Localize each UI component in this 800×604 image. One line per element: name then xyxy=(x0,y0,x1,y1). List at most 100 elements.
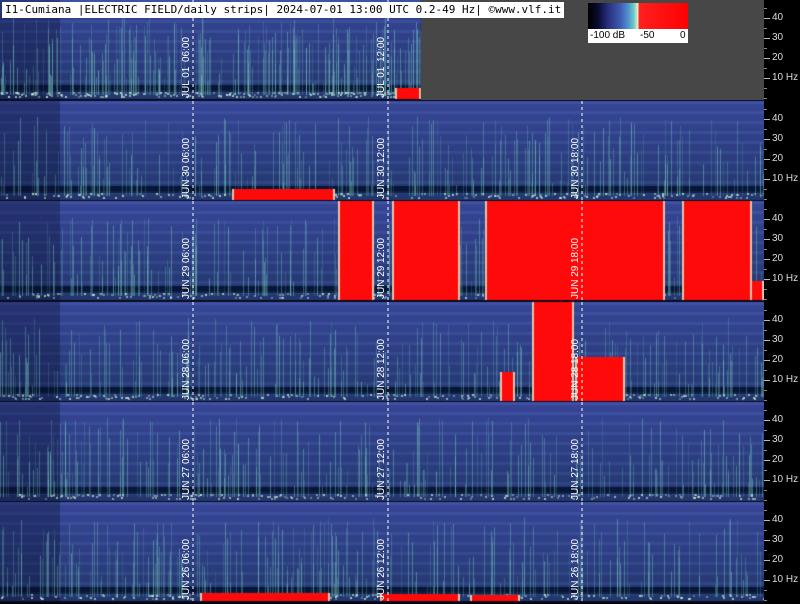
time-label: 06:00 xyxy=(181,36,192,62)
time-label: 18:00 xyxy=(570,237,581,263)
time-label: 12:00 xyxy=(376,338,387,364)
scale-minor-tick xyxy=(764,8,767,9)
scale-tick-label: 20 xyxy=(772,253,784,264)
colorbar-label-max: 0 xyxy=(680,30,686,41)
time-label: 18:00 xyxy=(570,137,581,163)
frequency-scale: 40 30 20 10 Hz xyxy=(764,201,800,302)
scale-tick xyxy=(764,159,770,160)
scale-minor-tick xyxy=(764,530,767,531)
scale-tick-label: 10 Hz xyxy=(772,574,799,585)
scale-tick-label: 40 xyxy=(772,113,784,124)
time-label: 06:00 xyxy=(181,137,192,163)
date-label: JUN 28 xyxy=(570,366,581,400)
scale-tick-label: 40 xyxy=(772,213,784,224)
date-label: JUN 30 xyxy=(570,165,581,199)
time-label: 12:00 xyxy=(376,538,387,564)
scale-tick xyxy=(764,139,770,140)
scale-tick xyxy=(764,279,770,280)
scale-minor-tick xyxy=(764,28,767,29)
scale-tick xyxy=(764,480,770,481)
scale-tick-label: 20 xyxy=(772,52,784,63)
frequency-scale: 40 30 20 10 Hz xyxy=(764,402,800,503)
scale-tick xyxy=(764,239,770,240)
time-label: 18:00 xyxy=(570,538,581,564)
scale-tick xyxy=(764,259,770,260)
scale-tick xyxy=(764,460,770,461)
date-label: JUN 29 xyxy=(376,265,387,299)
time-label: 12:00 xyxy=(376,36,387,62)
scale-minor-tick xyxy=(764,600,767,601)
scale-tick-label: 20 xyxy=(772,354,784,365)
scale-tick xyxy=(764,38,770,39)
scale-minor-tick xyxy=(764,269,767,270)
scale-tick-label: 10 Hz xyxy=(772,273,799,284)
scale-minor-tick xyxy=(764,229,767,230)
scale-tick xyxy=(764,340,770,341)
scale-tick-label: 30 xyxy=(772,334,784,345)
scale-minor-tick xyxy=(764,98,767,99)
scale-tick-label: 40 xyxy=(772,514,784,525)
scale-minor-tick xyxy=(764,590,767,591)
scale-tick-label: 30 xyxy=(772,233,784,244)
scale-minor-tick xyxy=(764,68,767,69)
date-label: JUN 27 xyxy=(376,466,387,500)
colorbar-label-mid: -50 xyxy=(640,30,655,41)
scale-tick-label: 20 xyxy=(772,554,784,565)
scale-minor-tick xyxy=(764,410,767,411)
scale-minor-tick xyxy=(764,129,767,130)
frequency-scale: 40 30 20 10 Hz xyxy=(764,302,800,403)
scale-minor-tick xyxy=(764,550,767,551)
scale-tick-label: 40 xyxy=(772,12,784,23)
scale-minor-tick xyxy=(764,310,767,311)
scale-tick-label: 20 xyxy=(772,454,784,465)
scale-tick xyxy=(764,520,770,521)
colorbar-gradient xyxy=(588,3,688,29)
scale-tick xyxy=(764,320,770,321)
date-label: JUN 26 xyxy=(376,566,387,600)
scale-minor-tick xyxy=(764,430,767,431)
scale-minor-tick xyxy=(764,450,767,451)
date-label: JUN 27 xyxy=(181,466,192,500)
scale-minor-tick xyxy=(764,169,767,170)
frequency-scale: 40 30 20 10 Hz xyxy=(764,101,800,202)
time-label: 06:00 xyxy=(181,237,192,263)
scale-tick xyxy=(764,540,770,541)
time-label: 18:00 xyxy=(570,338,581,364)
scale-minor-tick xyxy=(764,500,767,501)
time-label: 12:00 xyxy=(376,237,387,263)
time-label: 06:00 xyxy=(181,338,192,364)
date-label: JUN 28 xyxy=(181,366,192,400)
date-label: JUN 29 xyxy=(181,265,192,299)
date-label: JUN 26 xyxy=(570,566,581,600)
time-label: 12:00 xyxy=(376,438,387,464)
scale-minor-tick xyxy=(764,199,767,200)
scale-tick-label: 10 Hz xyxy=(772,173,799,184)
scale-minor-tick xyxy=(764,510,767,511)
scale-minor-tick xyxy=(764,189,767,190)
scale-tick xyxy=(764,380,770,381)
date-label: JUN 26 xyxy=(181,566,192,600)
scale-tick-label: 30 xyxy=(772,434,784,445)
scale-minor-tick xyxy=(764,209,767,210)
chart-title: I1-Cumiana |ELECTRIC FIELD/daily strips|… xyxy=(2,2,565,18)
date-label: JUN 30 xyxy=(181,165,192,199)
date-label: JUN 30 xyxy=(376,165,387,199)
scale-minor-tick xyxy=(764,249,767,250)
scale-tick-label: 30 xyxy=(772,133,784,144)
scale-tick-label: 30 xyxy=(772,534,784,545)
scale-minor-tick xyxy=(764,109,767,110)
scale-tick-label: 30 xyxy=(772,32,784,43)
scale-tick xyxy=(764,219,770,220)
scale-tick xyxy=(764,440,770,441)
scale-minor-tick xyxy=(764,299,767,300)
scale-tick xyxy=(764,58,770,59)
time-label: 12:00 xyxy=(376,137,387,163)
date-label: JUN 27 xyxy=(570,466,581,500)
scale-tick xyxy=(764,360,770,361)
scale-tick xyxy=(764,78,770,79)
frequency-scale: 40 30 20 10 Hz xyxy=(764,502,800,603)
scale-tick-label: 40 xyxy=(772,314,784,325)
time-label: 06:00 xyxy=(181,538,192,564)
date-label: JUL 01 xyxy=(181,66,192,98)
scale-tick xyxy=(764,580,770,581)
